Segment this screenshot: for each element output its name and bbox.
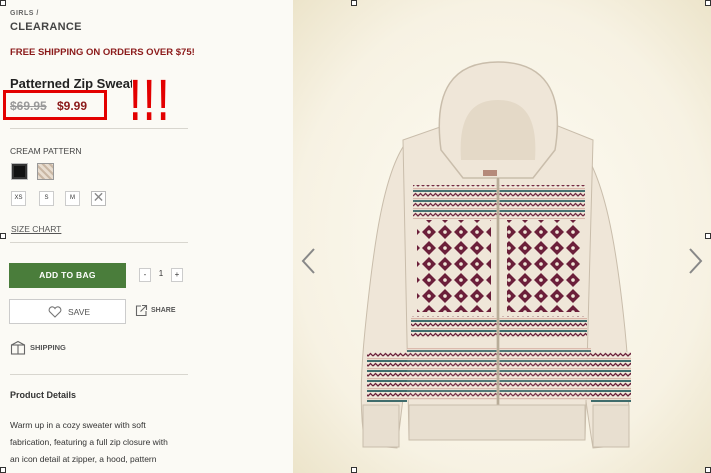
breadcrumb-parent[interactable]: GIRLS / xyxy=(10,10,39,17)
gift-box-icon xyxy=(10,340,26,355)
product-info-panel: GIRLS / CLEARANCE FREE SHIPPING ON ORDER… xyxy=(0,0,292,473)
product-details-heading: Product Details xyxy=(10,390,77,400)
selection-handle[interactable] xyxy=(351,467,357,473)
divider xyxy=(10,374,188,375)
details-line: an icon detail at zipper, a hood, patter… xyxy=(10,454,157,464)
selection-handle[interactable] xyxy=(0,467,6,473)
divider xyxy=(10,242,188,243)
swatch-black[interactable] xyxy=(11,163,28,180)
qty-decrease-button[interactable]: - xyxy=(139,268,151,282)
save-label: SAVE xyxy=(68,307,91,317)
selection-handle[interactable] xyxy=(0,233,6,239)
selection-handle[interactable] xyxy=(0,0,6,6)
selection-handle[interactable] xyxy=(705,233,711,239)
details-line: Warm up in a cozy sweater with soft xyxy=(10,420,146,430)
size-xs[interactable]: XS xyxy=(11,191,26,206)
save-button[interactable]: SAVE xyxy=(9,299,126,324)
breadcrumb-current[interactable]: CLEARANCE xyxy=(10,21,82,33)
shipping-label: SHIPPING xyxy=(30,343,66,352)
product-details-text: Warm up in a cozy sweater with soft fabr… xyxy=(10,417,195,468)
promo-banner: FREE SHIPPING ON ORDERS OVER $75! xyxy=(10,47,195,58)
size-m[interactable]: M xyxy=(65,191,80,206)
price-highlight-box xyxy=(3,90,107,120)
details-line: fabrication, featuring a full zip closur… xyxy=(10,437,168,447)
selection-handle[interactable] xyxy=(705,467,711,473)
qty-value[interactable]: 1 xyxy=(153,268,169,282)
chevron-right-icon[interactable] xyxy=(687,248,703,274)
chevron-left-icon[interactable] xyxy=(301,248,317,274)
selection-handle[interactable] xyxy=(705,0,711,6)
share-icon xyxy=(135,304,148,317)
product-image[interactable] xyxy=(293,0,711,473)
add-to-bag-button[interactable]: ADD TO BAG xyxy=(9,263,126,288)
exclamation-annotation: !!! xyxy=(130,68,172,133)
product-title: Patterned Zip Sweater xyxy=(10,76,132,91)
size-s[interactable]: S xyxy=(39,191,54,206)
qty-increase-button[interactable]: + xyxy=(171,268,183,282)
size-chart-link[interactable]: SIZE CHART xyxy=(11,224,61,234)
selection-handle[interactable] xyxy=(351,0,357,6)
swatch-cream-pattern[interactable] xyxy=(37,163,54,180)
heart-icon xyxy=(48,306,62,318)
share-label: SHARE xyxy=(151,307,176,314)
color-label: CREAM PATTERN xyxy=(10,146,82,156)
divider xyxy=(10,128,188,129)
sweater-image xyxy=(360,61,631,449)
size-unavailable: ✕ xyxy=(91,189,106,206)
